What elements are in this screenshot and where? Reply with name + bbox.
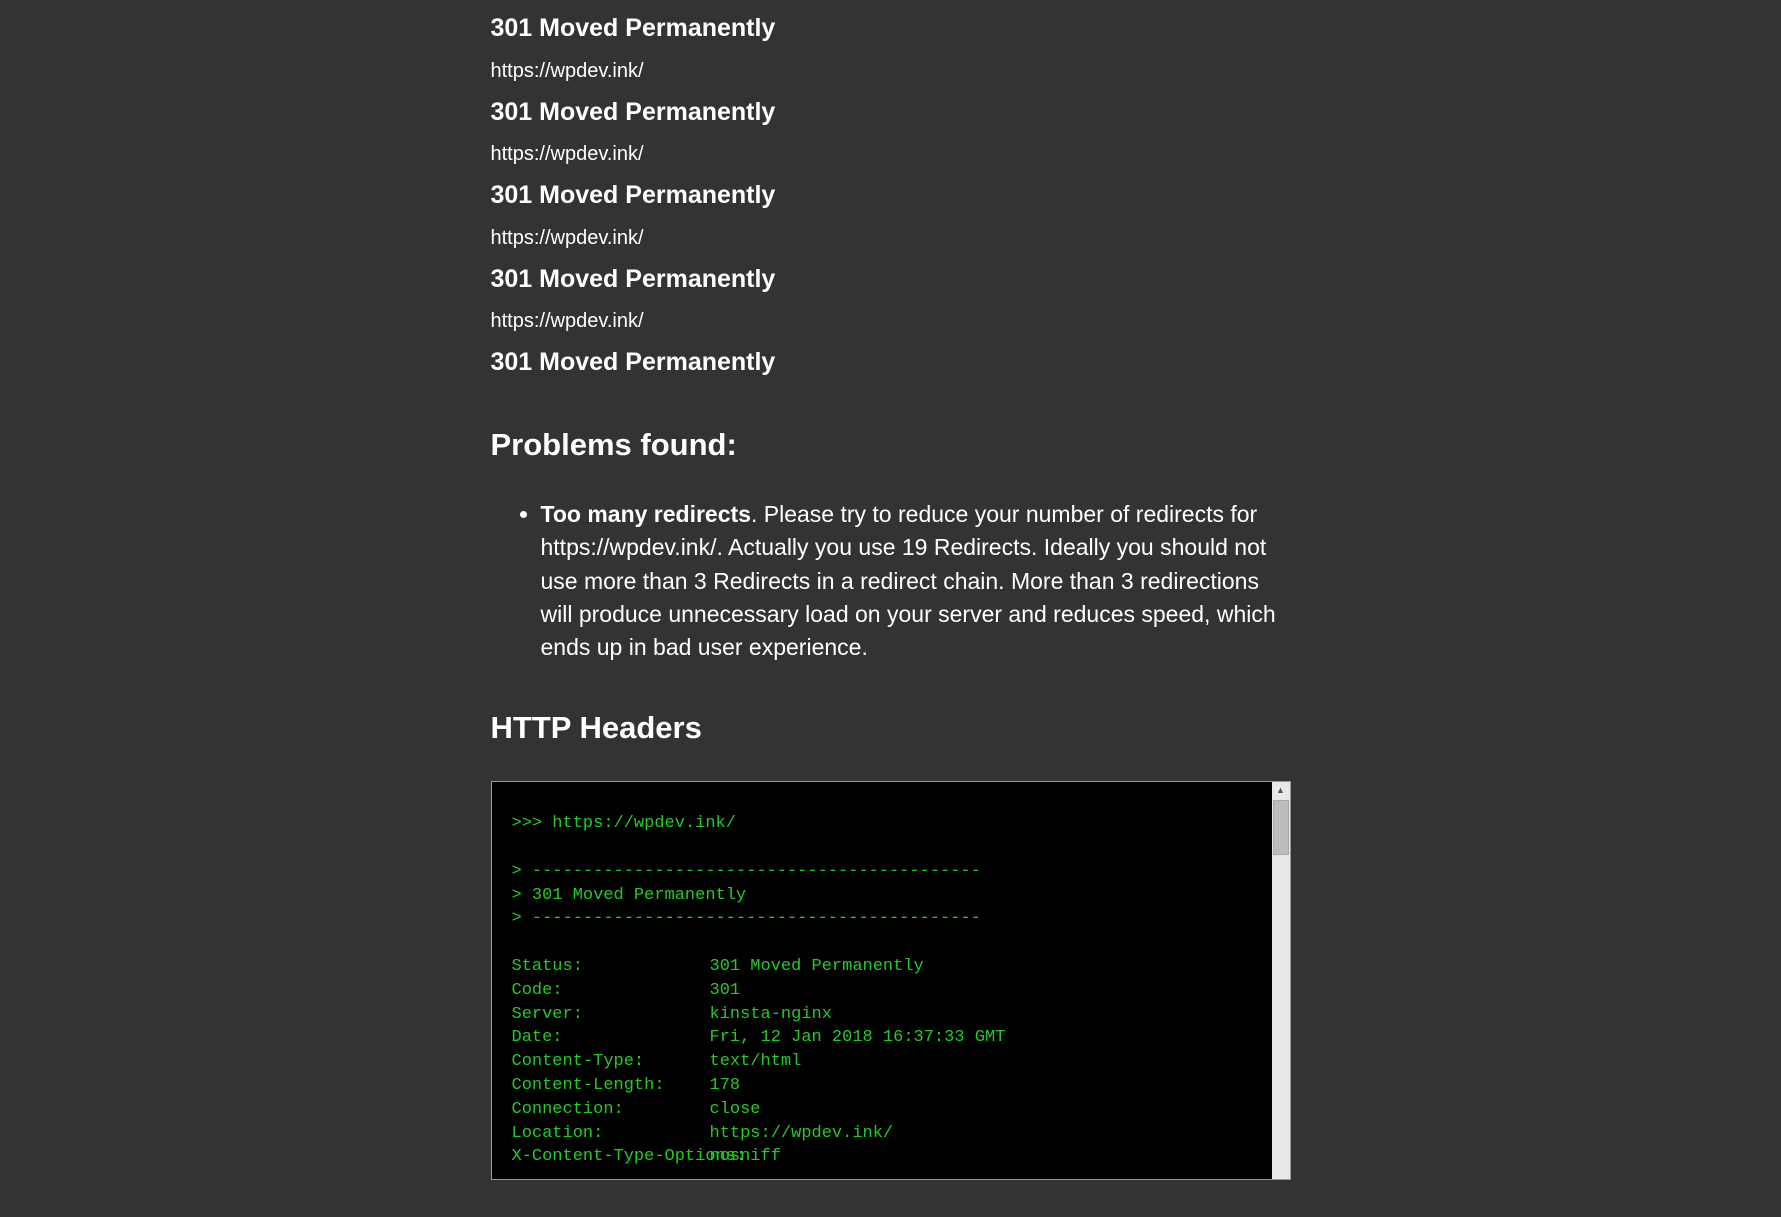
problem-item: Too many redirects. Please try to reduce…	[541, 498, 1291, 665]
redirect-url: https://wpdev.ink/	[491, 56, 1291, 86]
redirect-status-code: 301 Moved Permanently	[491, 94, 1291, 132]
terminal-wrapper: >>> https://wpdev.ink/ > ---------------…	[491, 781, 1291, 1180]
redirect-status-list: 301 Moved Permanently https://wpdev.ink/3…	[491, 10, 1291, 382]
problems-list: Too many redirects. Please try to reduce…	[491, 498, 1291, 665]
redirect-status-code: 301 Moved Permanently	[491, 261, 1291, 299]
scrollbar[interactable]: ▲	[1272, 782, 1290, 1179]
redirect-url: https://wpdev.ink/	[491, 306, 1291, 336]
problem-title: Too many redirects	[541, 501, 751, 527]
scrollbar-thumb[interactable]	[1273, 800, 1289, 855]
redirect-status-code: 301 Moved Permanently	[491, 10, 1291, 48]
redirect-status-code: 301 Moved Permanently	[491, 344, 1291, 382]
redirect-url: https://wpdev.ink/	[491, 223, 1291, 253]
problems-heading: Problems found:	[491, 422, 1291, 469]
redirect-status-code: 301 Moved Permanently	[491, 177, 1291, 215]
main-container: 301 Moved Permanently https://wpdev.ink/3…	[471, 0, 1311, 1180]
scrollbar-arrow-up-icon[interactable]: ▲	[1272, 782, 1290, 800]
terminal-output: >>> https://wpdev.ink/ > ---------------…	[492, 782, 1272, 1179]
redirect-url: https://wpdev.ink/	[491, 139, 1291, 169]
http-headers-heading: HTTP Headers	[491, 705, 1291, 752]
